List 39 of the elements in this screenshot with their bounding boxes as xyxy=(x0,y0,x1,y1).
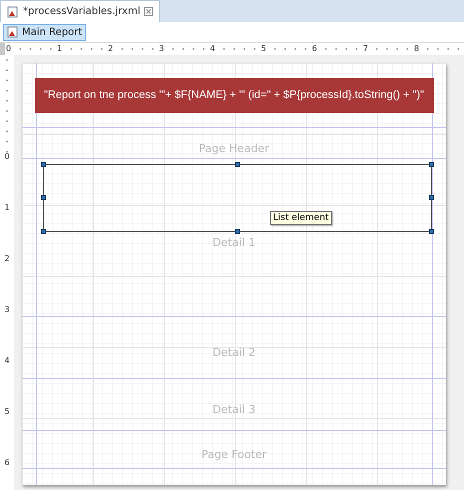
band-label: Detail 1 xyxy=(212,236,256,249)
ruler-number: 2 xyxy=(107,45,114,53)
ruler-number: 3 xyxy=(158,45,166,53)
ruler-number: 3 xyxy=(3,306,11,357)
tab-title: *processVariables.jrxml xyxy=(23,6,140,17)
resize-handle[interactable] xyxy=(429,229,434,234)
editor-tab[interactable]: *processVariables.jrxml xyxy=(0,0,160,22)
ruler-number: 2 xyxy=(3,255,11,306)
ruler-number: 7 xyxy=(362,45,370,53)
ruler-number: 8 xyxy=(413,45,420,53)
resize-handle[interactable] xyxy=(429,195,434,200)
ruler-number: 4 xyxy=(209,45,216,53)
main-report-button[interactable]: Main Report xyxy=(3,24,86,40)
ruler-number: 1 xyxy=(56,45,64,53)
ruler-corner xyxy=(0,43,5,55)
band-label: Detail 2 xyxy=(212,346,256,359)
resize-handle[interactable] xyxy=(41,229,46,234)
ruler-number: 0 xyxy=(3,153,11,204)
ruler-number: 6 xyxy=(3,459,11,490)
band-label: Detail 3 xyxy=(212,403,256,416)
band-label: Page Footer xyxy=(201,448,267,461)
ruler-number: 0 xyxy=(5,45,12,53)
resize-handle[interactable] xyxy=(234,229,240,234)
ruler-number: 5 xyxy=(260,45,268,53)
resize-handle[interactable] xyxy=(429,162,434,167)
close-icon[interactable] xyxy=(144,7,154,16)
title-text-field[interactable]: "Report on tne process '"+ $F{NAME} + "' (id=" + $P{processId}.toString() + ")" xyxy=(34,78,434,112)
ruler-number: 6 xyxy=(311,45,318,53)
ruler-number: 4 xyxy=(3,357,11,408)
ruler-number: 1 xyxy=(3,204,11,255)
resize-handle[interactable] xyxy=(41,195,46,200)
list-element[interactable] xyxy=(43,164,432,232)
resize-handle[interactable] xyxy=(234,162,240,167)
report-file-icon xyxy=(7,6,19,18)
report-file-icon xyxy=(7,26,19,38)
resize-handle[interactable] xyxy=(41,162,46,167)
ruler-number: 5 xyxy=(3,408,11,459)
band-label: Page Header xyxy=(198,142,270,154)
tooltip: List element xyxy=(270,211,332,225)
